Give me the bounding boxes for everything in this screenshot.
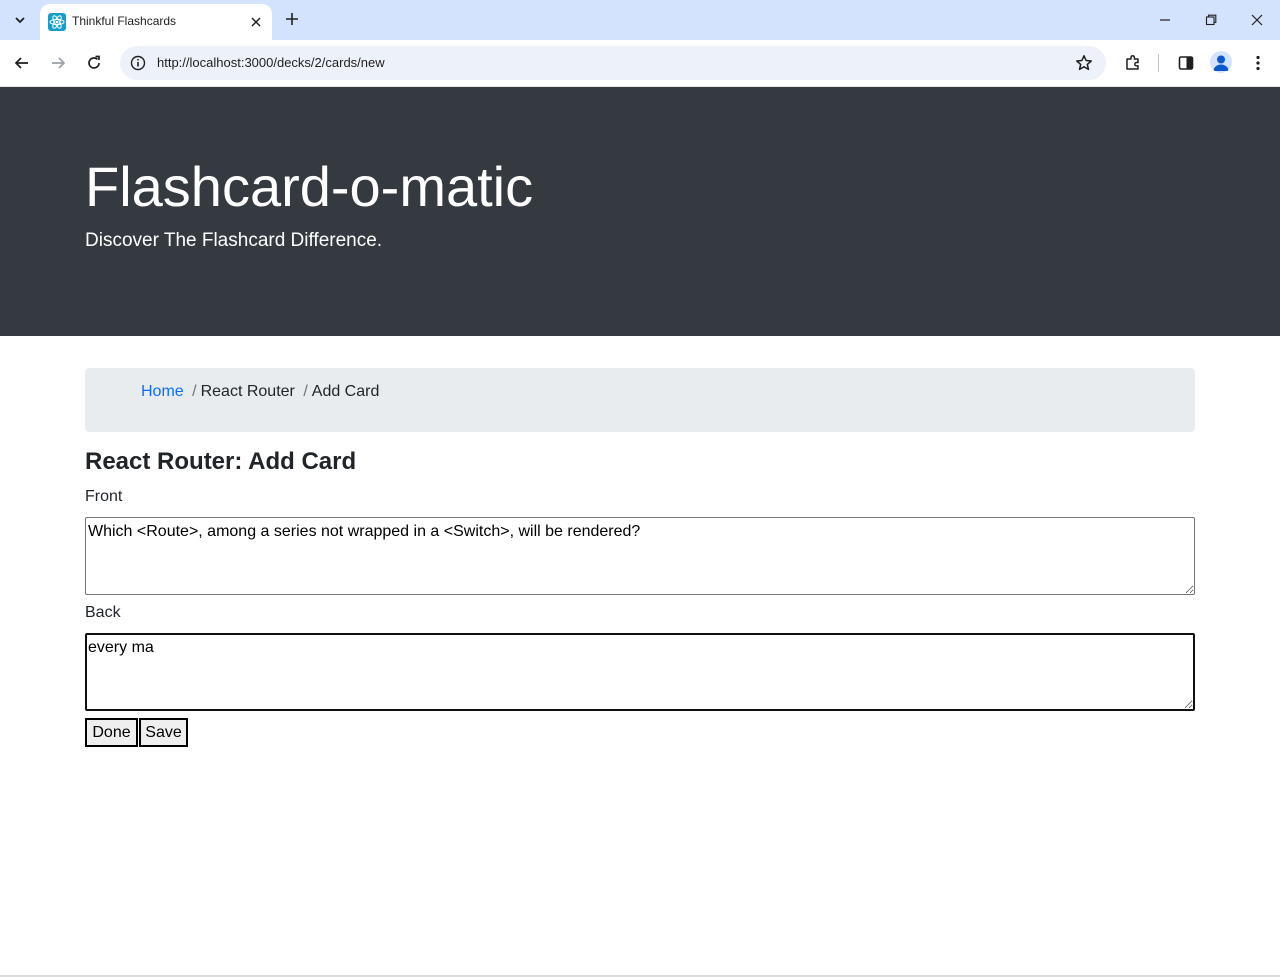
minimize-icon[interactable] xyxy=(1142,0,1188,40)
tab-list-icon[interactable] xyxy=(6,6,34,34)
toolbar-separator xyxy=(1158,54,1159,72)
site-info-icon[interactable] xyxy=(128,53,148,73)
back-icon[interactable] xyxy=(8,49,36,77)
site-tagline: Discover The Flashcard Difference. xyxy=(85,230,383,251)
browser-tab[interactable]: Thinkful Flashcards xyxy=(40,4,272,40)
extensions-icon[interactable] xyxy=(1119,49,1147,77)
back-textarea[interactable]: every ma xyxy=(85,633,1195,711)
side-panel-icon[interactable] xyxy=(1172,49,1200,77)
page-title: React Router: Add Card xyxy=(85,448,357,475)
breadcrumb-current: Add Card xyxy=(311,383,380,400)
breadcrumb-home-link[interactable]: Home xyxy=(141,383,184,400)
address-bar[interactable]: http://localhost:3000/decks/2/cards/new xyxy=(120,46,1106,80)
breadcrumb-trail: Home / React Router / Add Card xyxy=(141,383,379,401)
forward-icon[interactable] xyxy=(44,49,72,77)
tab-title: Thinkful Flashcards xyxy=(72,14,177,28)
new-tab-icon[interactable] xyxy=(280,7,304,31)
close-window-icon[interactable] xyxy=(1234,0,1280,40)
restore-icon[interactable] xyxy=(1188,0,1234,40)
reload-icon[interactable] xyxy=(80,49,108,77)
front-label: Front xyxy=(85,488,123,505)
react-favicon-icon xyxy=(48,13,66,31)
bookmark-star-icon[interactable] xyxy=(1074,53,1094,73)
site-title: Flashcard-o-matic xyxy=(85,155,534,218)
browser-tab-bar: Thinkful Flashcards xyxy=(0,0,1280,40)
breadcrumb-deck: React Router xyxy=(200,383,295,400)
browser-toolbar: http://localhost:3000/decks/2/cards/new xyxy=(0,40,1280,87)
done-button[interactable]: Done xyxy=(85,718,138,747)
back-label: Back xyxy=(85,604,121,621)
close-tab-icon[interactable] xyxy=(246,12,266,32)
menu-icon[interactable] xyxy=(1244,49,1272,77)
breadcrumb-separator: / xyxy=(303,383,308,400)
app-header: Flashcard-o-matic Discover The Flashcard… xyxy=(0,87,1280,336)
url-text: http://localhost:3000/decks/2/cards/new xyxy=(157,55,385,70)
profile-icon[interactable] xyxy=(1210,51,1232,73)
front-textarea[interactable]: Which <Route>, among a series not wrappe… xyxy=(85,517,1195,595)
breadcrumb-separator: / xyxy=(192,383,197,400)
save-button[interactable]: Save xyxy=(139,718,188,747)
breadcrumb: Home / React Router / Add Card xyxy=(85,368,1195,432)
